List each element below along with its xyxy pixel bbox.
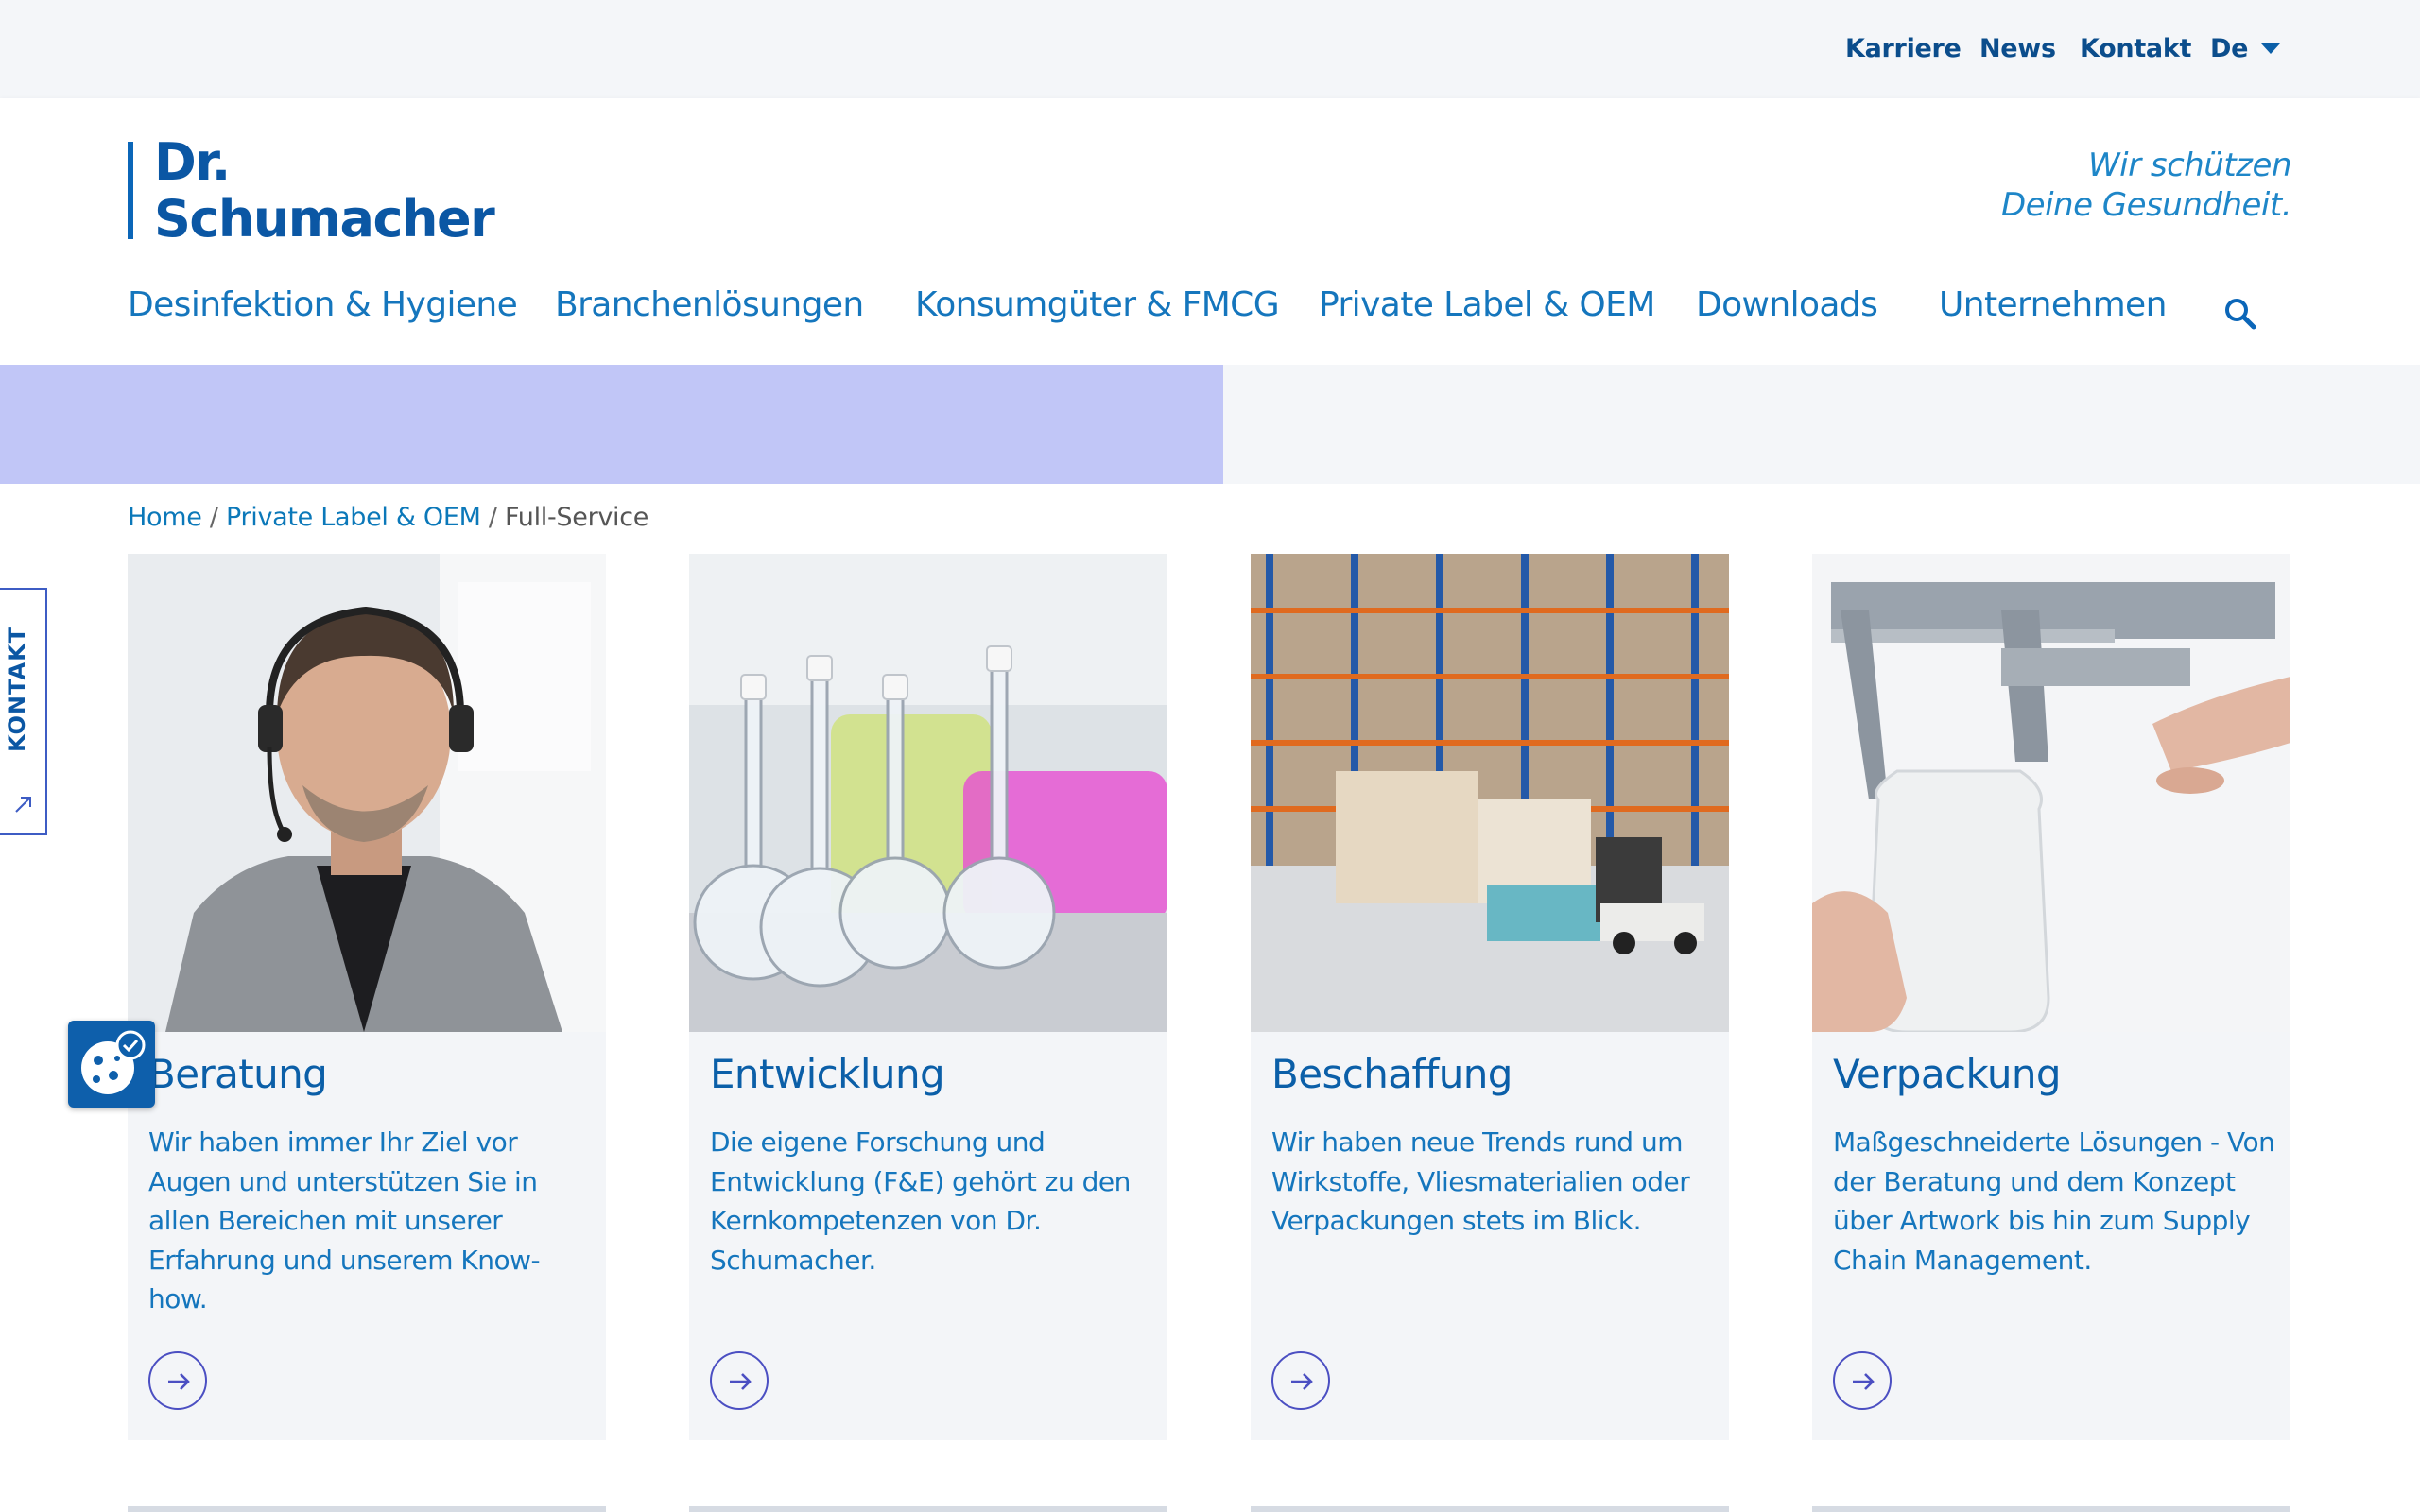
nav-item-downloads[interactable]: Downloads [1696, 285, 1878, 324]
tagline-line-1: Wir schützen [2088, 146, 2292, 184]
service-card-verpackung[interactable]: Verpackung Maßgeschneiderte Lösungen - V… [1812, 554, 2290, 1440]
hero-banner-right [1223, 365, 2420, 484]
card-title: Beschaffung [1271, 1051, 1512, 1097]
breadcrumb-private-label[interactable]: Private Label & OEM [226, 503, 481, 532]
card-title: Entwicklung [710, 1051, 945, 1097]
card-arrow-button[interactable] [710, 1351, 769, 1410]
breadcrumb-current: Full-Service [505, 503, 649, 532]
search-icon[interactable] [2223, 297, 2257, 331]
language-selector[interactable]: De [2210, 34, 2281, 63]
next-row-card-edge [1251, 1506, 1729, 1512]
card-description: Wir haben immer Ihr Ziel vor Augen und u… [148, 1126, 541, 1314]
nav-item-private-label[interactable]: Private Label & OEM [1319, 285, 1655, 324]
service-card-beratung[interactable]: Beratung Wir haben immer Ihr Ziel vor Au… [128, 554, 606, 1440]
service-card-beschaffung[interactable]: Beschaffung Wir haben neue Trends rund u… [1251, 554, 1729, 1440]
card-arrow-button[interactable] [148, 1351, 207, 1410]
next-row-card-edge [689, 1506, 1167, 1512]
tagline-line-2: Deine Gesundheit. [2000, 186, 2292, 224]
side-kontakt-tab[interactable]: KONTAKT [0, 588, 47, 835]
logo-line-2: Schumacher [154, 189, 495, 249]
card-description: Wir haben neue Trends rund um Wirkstoffe… [1271, 1126, 1690, 1236]
utility-link-karriere[interactable]: Karriere [1845, 34, 1962, 63]
card-image-lab-flasks [689, 554, 1167, 1032]
language-label: De [2210, 34, 2249, 63]
next-row-card-edge [128, 1506, 606, 1512]
logo-line-1: Dr. [154, 132, 231, 192]
nav-item-branchenloesungen[interactable]: Branchenlösungen [555, 285, 864, 324]
arrow-right-icon [168, 1373, 190, 1390]
card-image-warehouse [1251, 554, 1729, 1032]
card-arrow-button[interactable] [1271, 1351, 1330, 1410]
breadcrumb-home[interactable]: Home [128, 503, 202, 532]
arrow-right-icon [1291, 1373, 1313, 1390]
logo[interactable]: Dr. Schumacher [154, 132, 495, 249]
nav-item-unternehmen[interactable]: Unternehmen [1939, 285, 2167, 324]
site-header: Dr. Schumacher Wir schützen Deine Gesund… [0, 98, 2420, 365]
breadcrumb: Home / Private Label & OEM / Full-Servic… [128, 503, 648, 532]
nav-item-konsumgueter[interactable]: Konsumgüter & FMCG [915, 285, 1280, 324]
utility-bar: Karriere News Kontakt De [0, 0, 2420, 98]
breadcrumb-separator: / [209, 503, 226, 532]
arrow-up-right-icon [15, 797, 31, 813]
utility-link-kontakt[interactable]: Kontakt [2080, 34, 2191, 63]
card-image-consultant [128, 554, 606, 1032]
logo-bar [128, 142, 133, 239]
card-arrow-button[interactable] [1833, 1351, 1892, 1410]
card-description: Maßgeschneiderte Lösungen - Von der Bera… [1833, 1126, 2275, 1276]
chevron-down-icon [2261, 43, 2281, 54]
nav-item-desinfektion[interactable]: Desinfektion & Hygiene [128, 285, 518, 324]
card-description: Die eigene Forschung und Entwicklung (F&… [710, 1126, 1131, 1276]
side-kontakt-label: KONTAKT [4, 626, 30, 752]
arrow-right-icon [1853, 1373, 1875, 1390]
breadcrumb-separator: / [488, 503, 506, 532]
card-title: Verpackung [1833, 1051, 2062, 1097]
tagline: Wir schützen Deine Gesundheit. [2000, 146, 2292, 225]
next-row-card-edge [1812, 1506, 2290, 1512]
service-card-entwicklung[interactable]: Entwicklung Die eigene Forschung und Ent… [689, 554, 1167, 1440]
card-title: Beratung [148, 1051, 328, 1097]
card-image-caliper-bottle [1812, 554, 2290, 1032]
arrow-right-icon [730, 1373, 752, 1390]
hero-banner-left [0, 365, 1223, 484]
utility-link-news[interactable]: News [1979, 34, 2056, 63]
cookie-settings-button[interactable] [68, 1021, 155, 1108]
cookie-icon [81, 1030, 146, 1094]
